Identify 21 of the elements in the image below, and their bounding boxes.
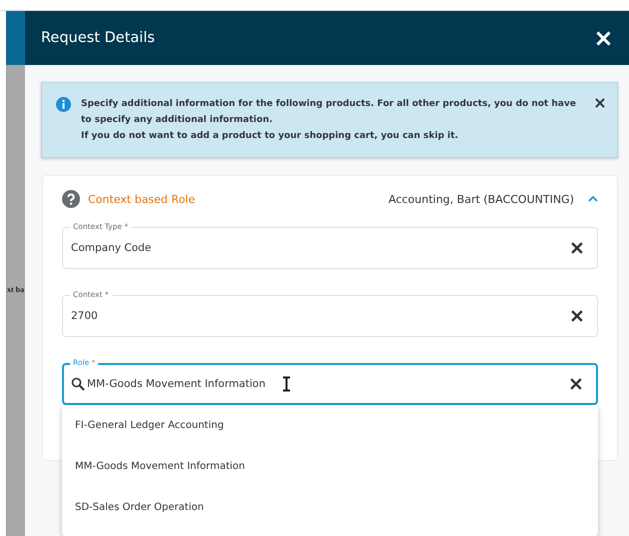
dropdown-option[interactable]: SD-Sales Order Operation — [62, 487, 598, 528]
help-icon — [62, 190, 80, 208]
info-icon — [56, 97, 71, 112]
search-icon — [71, 377, 85, 391]
page-header-strip — [6, 11, 25, 65]
dropdown-option[interactable]: MM-Goods Movement Information — [62, 446, 598, 487]
section-title: Context based Role — [88, 192, 196, 206]
dismiss-button[interactable] — [595, 98, 605, 108]
user-name: Accounting, Bart (BACCOUNTING) — [388, 192, 574, 206]
clear-button[interactable] — [568, 376, 584, 392]
background-text: xt ba — [7, 285, 24, 294]
dropdown-option[interactable]: FI-General Ledger Accounting — [62, 405, 598, 446]
field-value: MM-Goods Movement Information — [87, 378, 266, 390]
info-message: Specify additional information for the following products. For all other products, you do not have to specify any additional information. If you do not want to add a product to your shopping cart, you can skip it. — [81, 98, 577, 143]
close-button[interactable] — [596, 30, 611, 46]
field-value: Company Code — [71, 242, 152, 254]
clear-button[interactable] — [569, 240, 585, 256]
dialog-title: Request Details — [41, 30, 156, 46]
field-value: 2700 — [71, 310, 98, 322]
text-cursor-icon — [282, 376, 290, 392]
clear-button[interactable] — [569, 308, 585, 324]
